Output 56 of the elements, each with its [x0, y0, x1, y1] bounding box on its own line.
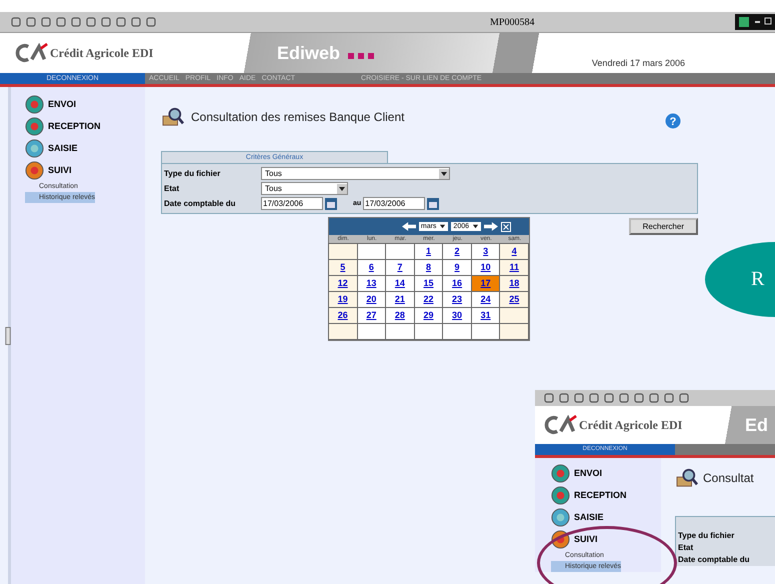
banner-title: Ediweb [277, 42, 340, 64]
date-text: Vendredi 17 mars 2006 [592, 58, 685, 68]
module-icon [551, 486, 570, 504]
sidebar-item[interactable]: ENVOI [25, 93, 145, 115]
calendar-day[interactable]: 25 [499, 291, 529, 308]
sidebar-item[interactable]: SAISIE [25, 137, 145, 159]
module-icon [551, 508, 570, 526]
field-label: Etat [678, 543, 694, 552]
caret-icon [472, 223, 479, 230]
calendar-day[interactable]: 19 [328, 291, 358, 308]
calendar-day[interactable]: 4 [499, 243, 529, 260]
calendar-day[interactable]: 12 [328, 275, 358, 292]
select-field[interactable]: Tous [261, 167, 450, 180]
sidebar-item: RECEPTION [551, 484, 661, 506]
calendar-day[interactable]: 5 [328, 259, 358, 276]
module-icon [25, 116, 44, 136]
grip-icon[interactable] [5, 327, 11, 345]
module-icon [25, 160, 44, 180]
previous-arrow-icon[interactable] [402, 222, 416, 231]
calendar-day[interactable]: 18 [499, 275, 529, 292]
callout-ellipse: R [705, 242, 775, 317]
help-icon[interactable]: ? [665, 113, 681, 129]
next-arrow-icon[interactable] [484, 222, 498, 231]
calendar-day[interactable]: 11 [499, 259, 529, 276]
field-label: Type du fichier [678, 531, 736, 540]
module-icon [551, 530, 570, 548]
calendar-icon[interactable] [427, 198, 440, 210]
magnifier-icon [161, 107, 185, 127]
date-field[interactable]: 17/03/2006 [363, 197, 426, 210]
calendar-day[interactable]: 26 [328, 307, 358, 324]
page-title: Consultat [703, 471, 754, 485]
logo-text: Crédit Agricole EDI [579, 418, 682, 432]
search-button[interactable]: Rechercher [628, 218, 698, 235]
field-label: Type du fichier [164, 169, 222, 178]
module-icon [551, 464, 570, 482]
field-label: Date comptable du [678, 555, 751, 564]
select-field[interactable]: Tous [261, 182, 348, 195]
caret-icon [439, 168, 449, 178]
date-field[interactable]: 17/03/2006 [261, 197, 323, 210]
caret-icon [337, 184, 347, 194]
dots-icon [348, 52, 374, 60]
magnifier-icon [675, 468, 699, 488]
page-title: Consultation des remises Banque Client [191, 110, 404, 124]
module-icon [25, 94, 44, 114]
caret-icon [439, 223, 446, 230]
close-icon[interactable] [501, 222, 511, 232]
calendar-icon[interactable] [325, 198, 337, 210]
sidebar-item: ENVOI [551, 462, 661, 484]
sidebar-item[interactable]: SUIVI [25, 159, 145, 181]
logo-text: Crédit Agricole EDI [50, 46, 154, 60]
window-title: MP000584 [490, 16, 536, 28]
module-icon [25, 138, 44, 158]
field-label: Etat [164, 184, 180, 193]
field-label: Date comptable du [164, 199, 237, 208]
sidebar-item: SAISIE [551, 506, 661, 528]
sidebar-item[interactable]: RECEPTION [25, 115, 145, 137]
